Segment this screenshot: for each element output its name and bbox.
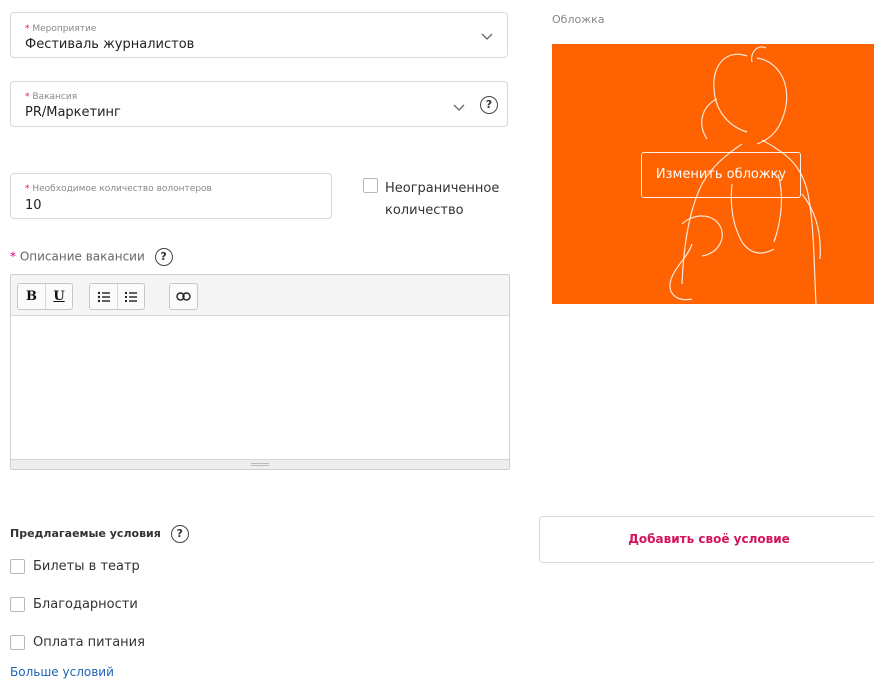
unlimited-checkbox[interactable] [363, 178, 378, 193]
event-label: Мероприятие [32, 24, 97, 34]
vacancy-select[interactable]: * Вакансия PR/Маркетинг ? [10, 81, 508, 127]
cover-label: Обложка [552, 13, 605, 26]
conditions-title: Предлагаемые условия ? [10, 525, 189, 543]
description-editor[interactable]: B U [10, 274, 510, 470]
help-icon[interactable]: ? [154, 248, 173, 266]
event-select[interactable]: * Мероприятие Фестиваль журналистов [10, 12, 508, 58]
bold-button[interactable]: B [18, 284, 45, 309]
required-mark: * [25, 24, 30, 34]
more-conditions-link[interactable]: Больше условий [10, 665, 114, 679]
change-cover-button[interactable]: Изменить обложку [641, 152, 801, 198]
condition-checkbox-meals[interactable] [10, 635, 25, 650]
vacancy-label: Вакансия [32, 92, 78, 102]
editor-toolbar: B U [11, 275, 509, 316]
help-icon[interactable]: ? [170, 525, 189, 543]
condition-checkbox-gratitude[interactable] [10, 597, 25, 612]
add-condition-button[interactable]: Добавить своё условие [539, 516, 874, 563]
unlimited-label: Неограниченное количество [385, 181, 500, 218]
description-label: * Описание вакансии ? [10, 248, 173, 266]
condition-label: Благодарности [33, 597, 138, 612]
underline-button[interactable]: U [45, 284, 72, 309]
volunteers-value: 10 [25, 198, 42, 213]
chevron-down-icon[interactable] [480, 31, 494, 41]
vacancy-value: PR/Маркетинг [25, 105, 121, 120]
editor-resize-handle[interactable] [11, 459, 509, 469]
bullet-list-icon[interactable] [90, 284, 117, 309]
condition-label: Билеты в театр [33, 559, 140, 574]
help-icon[interactable]: ? [480, 96, 498, 114]
condition-checkbox-theatre[interactable] [10, 559, 25, 574]
event-value: Фестиваль журналистов [25, 37, 195, 52]
chevron-down-icon[interactable] [452, 102, 466, 112]
volunteers-label: Необходимое количество волонтеров [32, 184, 212, 194]
condition-label: Оплата питания [33, 635, 145, 650]
link-icon[interactable] [170, 284, 197, 309]
required-mark: * [10, 249, 16, 264]
numbered-list-icon[interactable] [117, 284, 144, 309]
cover-image: Изменить обложку [552, 44, 874, 304]
volunteers-count-input[interactable]: * Необходимое количество волонтеров 10 [10, 173, 332, 219]
required-mark: * [25, 184, 30, 194]
required-mark: * [25, 92, 30, 102]
